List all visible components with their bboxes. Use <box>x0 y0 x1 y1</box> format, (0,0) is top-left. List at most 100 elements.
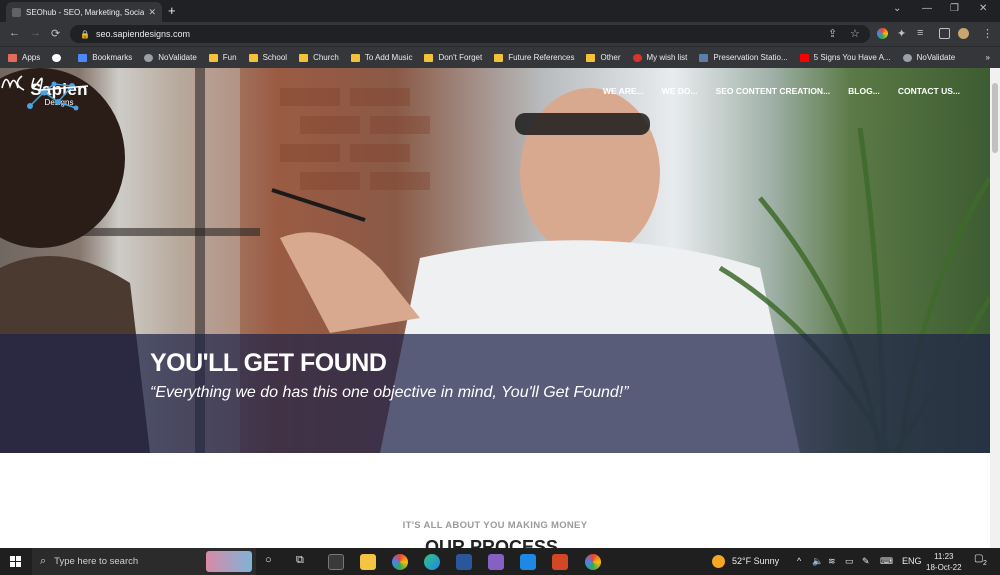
bookmark-bookmarks[interactable]: Bookmarks <box>78 53 132 62</box>
hero-section: Sapien Designs WE ARE... WE DO... SEO CO… <box>0 68 990 453</box>
maximize-button[interactable]: ❐ <box>950 3 959 14</box>
powerpoint-app-icon[interactable] <box>552 554 568 570</box>
more-bookmarks-icon[interactable]: » <box>986 53 990 62</box>
close-window-button[interactable]: ✕ <box>979 3 987 14</box>
page-icon <box>699 53 709 62</box>
bookmark-5-signs[interactable]: 5 Signs You Have A... <box>799 53 891 62</box>
file-explorer-icon[interactable] <box>360 554 376 570</box>
bookmark-future-references[interactable]: Future References <box>494 53 574 62</box>
speaker-icon[interactable]: 🔈 <box>812 556 823 567</box>
reading-list-icon[interactable]: ≡ <box>917 27 923 39</box>
hero-title: YOU'LL GET FOUND <box>150 349 387 377</box>
folder-icon <box>299 53 309 62</box>
hero-quote: “Everything we do has this one objective… <box>150 384 629 401</box>
section-kicker: IT'S ALL ABOUT YOU MAKING MONEY <box>402 520 588 531</box>
folder-icon <box>248 53 258 62</box>
tab-strip: SEOhub - SEO, Marketing, Social ✕ + ⌄ — … <box>0 0 1000 22</box>
github-bookmark[interactable] <box>52 53 66 62</box>
bookmark-fun[interactable]: Fun <box>208 53 237 62</box>
back-arrow-icon[interactable]: ← <box>9 27 20 39</box>
notification-count: 2 <box>983 560 987 567</box>
clock-time: 11:23 <box>934 552 954 561</box>
bookmarks-bar: Apps Bookmarks NoValidate Fun School Chu… <box>0 46 1000 68</box>
nav-we-do[interactable]: WE DO... <box>662 86 698 96</box>
browser-toolbar: ← → ⟳ 🔒 seo.sapiendesigns.com ⇪ ☆ ✦ ≡ ⋮ <box>0 22 1000 46</box>
browser-chrome: SEOhub - SEO, Marketing, Social ✕ + ⌄ — … <box>0 0 1000 68</box>
vscode-app-icon[interactable] <box>520 554 536 570</box>
bookmark-novalidate[interactable]: NoValidate <box>144 53 197 62</box>
bookmark-dont-forget[interactable]: Don't Forget <box>424 53 482 62</box>
folder-icon <box>208 53 218 62</box>
clock-date: 18-Oct-22 <box>926 563 962 572</box>
color-extension-icon[interactable] <box>877 28 888 39</box>
language-indicator[interactable]: ENG <box>902 556 922 566</box>
search-icon: ⌕ <box>40 555 47 567</box>
bookmark-to-add-music[interactable]: To Add Music <box>350 53 412 62</box>
battery-icon[interactable]: ▭ <box>845 556 854 567</box>
section-title: OUR PROCESS <box>425 537 559 548</box>
folder-icon <box>586 53 596 62</box>
minimize-button[interactable]: — <box>922 3 932 14</box>
web-page: Sapien Designs WE ARE... WE DO... SEO CO… <box>0 68 1000 548</box>
windows-start-icon[interactable] <box>10 556 21 567</box>
apps-grid-icon <box>8 53 17 62</box>
chrome-app-icon-2[interactable] <box>585 554 601 570</box>
wifi-icon[interactable]: ≋ <box>828 556 836 567</box>
chrome-app-icon[interactable] <box>392 554 408 570</box>
side-panel-icon[interactable] <box>939 28 950 39</box>
search-placeholder: Type here to search <box>54 556 139 567</box>
nav-seo-content[interactable]: SEO CONTENT CREATION... <box>716 86 831 96</box>
reload-icon[interactable]: ⟳ <box>51 27 60 40</box>
tab-close-icon[interactable]: ✕ <box>148 7 156 18</box>
cortana-icon[interactable]: ○ <box>265 554 272 566</box>
nav-blog[interactable]: BLOG... <box>848 86 880 96</box>
main-nav: WE ARE... WE DO... SEO CONTENT CREATION.… <box>603 86 960 96</box>
star-icon <box>78 53 88 62</box>
nav-we-are[interactable]: WE ARE... <box>603 86 644 96</box>
menu-kebab-icon[interactable]: ⋮ <box>982 27 993 40</box>
tab-title: SEOhub - SEO, Marketing, Social <box>26 7 145 17</box>
extensions-puzzle-icon[interactable]: ✦ <box>897 27 906 40</box>
url-text: seo.sapiendesigns.com <box>95 29 191 39</box>
bookmark-church[interactable]: Church <box>299 53 339 62</box>
weather-text[interactable]: 52°F Sunny <box>732 556 779 566</box>
edge-app-icon[interactable] <box>424 554 440 570</box>
wishlist-icon <box>632 53 642 62</box>
task-view-icon[interactable]: ⧉ <box>296 554 304 567</box>
bookmark-school[interactable]: School <box>248 53 287 62</box>
share-icon[interactable]: ⇪ <box>828 27 837 40</box>
signature-image <box>1 75 89 91</box>
weather-sun-icon[interactable] <box>712 555 725 568</box>
bookmark-other[interactable]: Other <box>586 53 621 62</box>
folder-icon <box>424 53 434 62</box>
new-tab-button[interactable]: + <box>168 3 176 19</box>
search-highlight-image <box>206 551 252 572</box>
globe-icon <box>902 53 912 62</box>
visual-studio-icon[interactable] <box>488 554 504 570</box>
scrollbar-thumb[interactable] <box>992 83 998 153</box>
bookmark-apps[interactable]: Apps <box>8 53 40 62</box>
forward-arrow-icon[interactable]: → <box>30 27 41 39</box>
taskbar-search[interactable]: ⌕ Type here to search <box>32 548 256 575</box>
github-icon <box>52 53 62 62</box>
bookmark-novalidate-2[interactable]: NoValidate <box>902 53 955 62</box>
nav-contact[interactable]: CONTACT US... <box>898 86 960 96</box>
star-icon[interactable]: ☆ <box>850 27 860 40</box>
word-app-icon[interactable] <box>456 554 472 570</box>
browser-tab[interactable]: SEOhub - SEO, Marketing, Social ✕ <box>6 2 162 22</box>
folder-icon <box>350 53 360 62</box>
tray-chevron-icon[interactable]: ^ <box>797 556 801 566</box>
lock-icon: 🔒 <box>80 29 90 39</box>
site-favicon-icon <box>12 7 21 17</box>
windows-taskbar: ⌕ Type here to search ○ ⧉ 52°F Sunny ^ 🔈… <box>0 548 1000 575</box>
clock[interactable]: 11:23 18-Oct-22 <box>926 551 962 573</box>
bookmark-preservation[interactable]: Preservation Statio... <box>699 53 788 62</box>
folder-icon <box>494 53 504 62</box>
profile-avatar[interactable] <box>958 28 969 39</box>
terminal-app-icon[interactable] <box>328 554 344 570</box>
tab-search-icon[interactable]: ⌄ <box>893 3 901 14</box>
pen-icon[interactable]: ✎ <box>862 556 870 567</box>
address-bar[interactable]: 🔒 seo.sapiendesigns.com <box>70 25 870 43</box>
bookmark-wish-list[interactable]: My wish list <box>632 53 687 62</box>
keyboard-icon[interactable]: ⌨ <box>880 556 893 567</box>
